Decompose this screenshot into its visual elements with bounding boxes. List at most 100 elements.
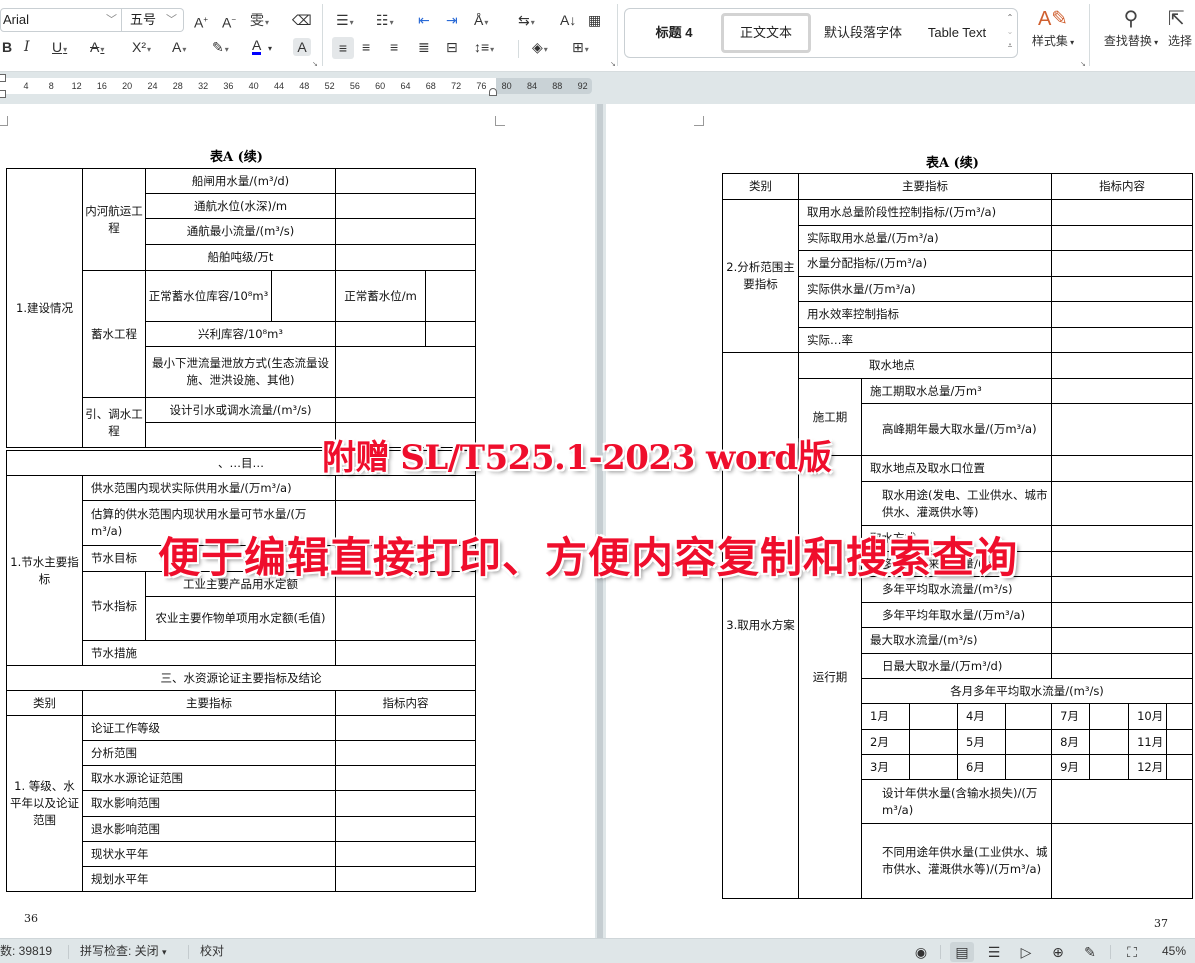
font-size-select[interactable]: 五号 ﹀: [122, 8, 184, 32]
month-value[interactable]: [1004, 754, 1053, 780]
italic-icon[interactable]: I: [24, 38, 30, 56]
month-value[interactable]: [1166, 703, 1194, 730]
scroll-up-icon[interactable]: ⌃: [1005, 11, 1015, 25]
value-cell[interactable]: [1051, 602, 1194, 628]
gallery-scroll[interactable]: ⌃ ⌄ ⩡: [1005, 11, 1015, 53]
value-cell[interactable]: [335, 765, 476, 791]
char-shading-icon[interactable]: A: [293, 38, 311, 56]
value-cell[interactable]: [1051, 525, 1194, 552]
value-cell[interactable]: [1051, 250, 1194, 277]
left-indent-marker[interactable]: [0, 90, 6, 98]
month-value[interactable]: [1004, 703, 1053, 730]
style-heading4[interactable]: 标题 4: [629, 13, 719, 53]
page-37[interactable]: 表A (续) 类别 主要指标 指标内容 2.分析范围主要指标 取用水总量阶段性控…: [606, 104, 1195, 938]
underline-icon[interactable]: U▾: [52, 38, 67, 59]
decrease-indent-icon[interactable]: ⇤: [418, 11, 430, 29]
distribute-icon[interactable]: ⊟: [446, 38, 458, 56]
value-cell[interactable]: [1051, 403, 1194, 456]
month-value[interactable]: [1089, 729, 1130, 755]
right-indent-marker[interactable]: [489, 88, 497, 96]
value-cell[interactable]: [335, 596, 476, 641]
style-body-text[interactable]: 正文文本: [721, 13, 811, 53]
page-view-icon[interactable]: ▤: [950, 942, 974, 962]
value-cell[interactable]: [335, 218, 476, 245]
style-set-button[interactable]: A✎ 样式集 ▾: [1028, 6, 1078, 49]
superscript-icon[interactable]: X²▾: [132, 38, 151, 59]
web-view-icon[interactable]: ⊕: [1046, 942, 1070, 962]
proofread-button[interactable]: 校对: [200, 944, 224, 959]
numbered-list-icon[interactable]: ☷▾: [376, 11, 394, 32]
month-value[interactable]: [1004, 729, 1053, 755]
value-cell[interactable]: [1051, 225, 1194, 251]
styles-dialog-launcher-icon[interactable]: ↘: [1080, 60, 1086, 68]
scroll-down-icon[interactable]: ⌄: [1005, 25, 1015, 39]
pen-icon[interactable]: ✎: [1078, 942, 1102, 962]
bullet-list-icon[interactable]: ☰▾: [336, 11, 354, 32]
value-cell[interactable]: [1051, 455, 1194, 482]
outline-view-icon[interactable]: ☰: [982, 942, 1006, 962]
font-dialog-launcher-icon[interactable]: ↘: [312, 60, 318, 68]
value-cell[interactable]: [1051, 576, 1194, 603]
value-cell[interactable]: [335, 841, 476, 867]
value-cell[interactable]: [335, 168, 476, 194]
value-cell[interactable]: [335, 475, 476, 501]
value-cell[interactable]: [335, 244, 476, 271]
align-center-icon[interactable]: ≡: [362, 38, 370, 56]
expand-gallery-icon[interactable]: ⩡: [1005, 39, 1015, 53]
style-default-paragraph-font[interactable]: 默认段落字体: [815, 13, 911, 53]
value-cell[interactable]: [335, 346, 476, 398]
value-cell[interactable]: [335, 193, 476, 219]
fit-page-icon[interactable]: ⛶: [1120, 942, 1144, 962]
page-36[interactable]: 表A (续) 1.建设情况 内河航运工程 船闸用水量/(m³/d) 通航水位(水…: [0, 104, 595, 938]
value-cell[interactable]: [335, 715, 476, 741]
month-value[interactable]: [909, 754, 958, 780]
sort-icon[interactable]: A↓: [560, 11, 576, 29]
value-cell[interactable]: [1051, 276, 1194, 302]
line-spacing-icon[interactable]: ↕≡▾: [474, 38, 494, 59]
value-cell[interactable]: [335, 866, 476, 892]
shading-icon[interactable]: ◈▾: [532, 38, 548, 59]
first-line-indent-marker[interactable]: [0, 74, 6, 82]
value-cell[interactable]: [1051, 653, 1194, 679]
value-cell[interactable]: [1051, 352, 1194, 379]
paragraph-dialog-launcher-icon[interactable]: ↘: [610, 60, 616, 68]
shrink-font-icon[interactable]: A−: [222, 11, 236, 32]
justify-icon[interactable]: ≣: [418, 38, 430, 56]
value-cell[interactable]: [335, 640, 476, 666]
zoom-level[interactable]: 45%: [1162, 944, 1186, 959]
font-name-select[interactable]: Arial ﹀: [0, 8, 122, 32]
bold-icon[interactable]: B: [2, 38, 12, 56]
month-value[interactable]: [1089, 703, 1130, 730]
clear-format-icon[interactable]: ⌫: [292, 11, 312, 29]
align-right-icon[interactable]: ≡: [390, 38, 398, 56]
value-cell[interactable]: [271, 270, 336, 322]
month-value[interactable]: [909, 729, 958, 755]
style-table-text[interactable]: Table Text: [915, 13, 999, 53]
align-left-icon[interactable]: ≡: [332, 37, 354, 59]
strikethrough-icon[interactable]: A▾: [90, 38, 104, 59]
increase-indent-icon[interactable]: ⇥: [446, 11, 458, 29]
word-count[interactable]: 数: 39819: [0, 944, 52, 959]
table-grid-icon[interactable]: ▦: [588, 11, 601, 29]
month-value[interactable]: [1089, 754, 1130, 780]
value-cell[interactable]: [1051, 823, 1194, 899]
highlight-icon[interactable]: ✎▾: [212, 38, 229, 59]
phonetic-guide-icon[interactable]: 雯▾: [250, 11, 269, 32]
value-cell[interactable]: [1051, 301, 1194, 328]
value-cell[interactable]: [335, 321, 426, 347]
value-cell[interactable]: [425, 321, 476, 347]
borders-icon[interactable]: ⊞▾: [572, 38, 589, 59]
value-cell[interactable]: [335, 790, 476, 817]
grow-font-icon[interactable]: A+: [194, 11, 208, 32]
value-cell[interactable]: [1051, 327, 1194, 353]
text-effect-icon[interactable]: A▾: [172, 38, 186, 59]
month-value[interactable]: [909, 703, 958, 730]
value-cell[interactable]: [1051, 627, 1194, 654]
value-cell[interactable]: [1051, 481, 1194, 526]
value-cell[interactable]: [335, 816, 476, 842]
value-cell[interactable]: [1051, 199, 1194, 226]
value-cell[interactable]: [335, 397, 476, 423]
value-cell[interactable]: [425, 270, 476, 322]
text-direction-icon[interactable]: Å▾: [474, 11, 488, 32]
document-workspace[interactable]: 表A (续) 1.建设情况 内河航运工程 船闸用水量/(m³/d) 通航水位(水…: [0, 104, 1195, 938]
